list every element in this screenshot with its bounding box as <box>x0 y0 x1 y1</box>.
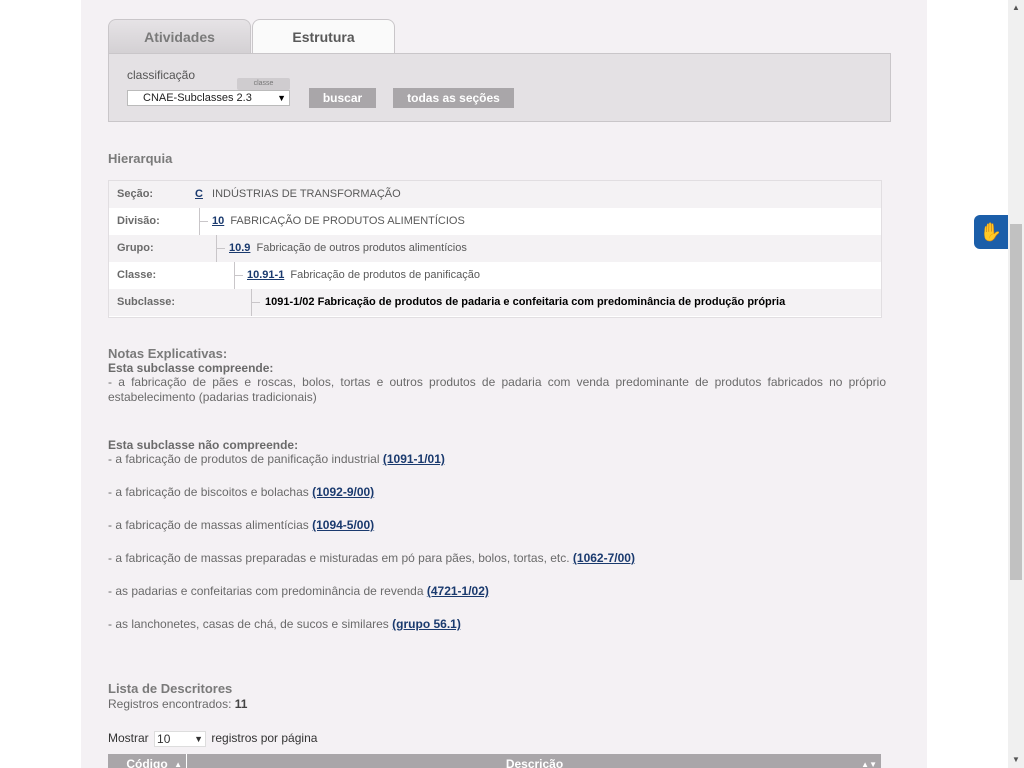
classification-select-value: CNAE-Subclasses 2.3 <box>143 92 252 104</box>
tree-connector <box>251 289 260 316</box>
includes-text: - a fabricação de pães e roscas, bolos, … <box>108 375 886 404</box>
page-length-control: Mostrar 10 ▼ registros por página <box>108 729 317 747</box>
exclude-link[interactable]: (1062-7/00) <box>573 551 635 565</box>
hierarchy-title: Hierarquia <box>108 151 173 166</box>
exclude-link[interactable]: (4721-1/02) <box>427 584 489 598</box>
explanatory-notes: Notas Explicativas: Esta subclasse compr… <box>108 346 886 632</box>
vertical-scrollbar[interactable]: ▲ ▼ <box>1008 0 1024 768</box>
sort-asc-icon: ▲ <box>174 760 182 768</box>
hierarchy-table: Seção: C INDÚSTRIAS DE TRANSFORMAÇÃO Div… <box>108 180 882 318</box>
hierarchy-text: FABRICAÇÃO DE PRODUTOS ALIMENTÍCIOS <box>230 215 465 227</box>
exclude-link[interactable]: (1092-9/00) <box>312 485 374 499</box>
tree-connector <box>199 208 208 235</box>
scroll-thumb[interactable] <box>1010 224 1022 580</box>
page-margin-right <box>927 0 1008 768</box>
excludes-title: Esta subclasse não compreende: <box>108 438 299 452</box>
exclude-item: - a fabricação de massas alimentícias (1… <box>108 518 375 532</box>
hierarchy-label: Classe: <box>117 269 157 281</box>
hierarchy-text: Fabricação de produtos de panificação <box>290 269 480 281</box>
page-length-value: 10 <box>157 731 171 746</box>
hierarchy-row-classe: Classe: 10.91-1 Fabricação de produtos d… <box>109 262 881 289</box>
search-panel: classificação classe CNAE-Subclasses 2.3… <box>108 53 891 122</box>
descriptors-table-header: Código ▲ Descrição ▲▼ <box>108 754 881 768</box>
column-header-codigo[interactable]: Código ▲ <box>108 754 187 768</box>
all-sections-button[interactable]: todas as seções <box>393 88 514 108</box>
records-per-page-label: registros por página <box>211 731 318 745</box>
hierarchy-label: Divisão: <box>117 215 160 227</box>
hierarchy-code-link[interactable]: 10 <box>212 215 224 227</box>
page-margin-left <box>0 0 81 768</box>
hands-sign-language-icon[interactable]: ✋ <box>974 215 1008 249</box>
chevron-down-icon: ▼ <box>194 733 204 744</box>
tab-estrutura[interactable]: Estrutura <box>252 19 395 55</box>
hierarchy-code-link[interactable]: C <box>195 188 203 200</box>
hierarchy-row-grupo: Grupo: 10.9 Fabricação de outros produto… <box>109 235 881 262</box>
sort-both-icon: ▲▼ <box>861 760 877 768</box>
scroll-down-icon[interactable]: ▼ <box>1008 752 1024 768</box>
exclude-item: - a fabricação de produtos de panificaçã… <box>108 452 445 466</box>
tab-atividades[interactable]: Atividades <box>108 19 251 54</box>
hierarchy-text: Fabricação de outros produtos alimentíci… <box>256 242 467 254</box>
search-button[interactable]: buscar <box>309 88 376 108</box>
hierarchy-text: 1091-1/02 Fabricação de produtos de pada… <box>265 296 786 308</box>
column-header-descricao[interactable]: Descrição ▲▼ <box>188 754 881 768</box>
exclude-link[interactable]: (1094-5/00) <box>312 518 374 532</box>
hierarchy-text: INDÚSTRIAS DE TRANSFORMAÇÃO <box>212 188 401 200</box>
classification-tag: classe <box>237 78 290 90</box>
hierarchy-row-divisao: Divisão: 10 FABRICAÇÃO DE PRODUTOS ALIME… <box>109 208 881 235</box>
exclude-link[interactable]: (1091-1/01) <box>383 452 445 466</box>
hierarchy-code-link[interactable]: 10.91-1 <box>247 269 284 281</box>
exclude-item: - as lanchonetes, casas de chá, de sucos… <box>108 617 461 631</box>
exclude-item: - a fabricação de massas preparadas e mi… <box>108 551 635 565</box>
classification-select[interactable]: CNAE-Subclasses 2.3 ▼ <box>127 90 290 106</box>
includes-title: Esta subclasse compreende: <box>108 361 274 375</box>
classification-label: classificação <box>127 68 196 82</box>
records-found: Registros encontrados: 11 <box>108 697 248 711</box>
scroll-up-icon[interactable]: ▲ <box>1008 0 1024 16</box>
descriptors-title: Lista de Descritores <box>108 681 233 696</box>
tree-connector <box>216 235 225 262</box>
page-length-select[interactable]: 10 ▼ <box>154 730 207 747</box>
exclude-item: - as padarias e confeitarias com predomi… <box>108 584 489 598</box>
chevron-down-icon: ▼ <box>277 93 286 103</box>
notes-title: Notas Explicativas: <box>108 346 228 361</box>
hierarchy-row-secao: Seção: C INDÚSTRIAS DE TRANSFORMAÇÃO <box>109 181 881 208</box>
hierarchy-row-subclasse: Subclasse: 1091-1/02 Fabricação de produ… <box>109 289 881 316</box>
hierarchy-label: Grupo: <box>117 242 154 254</box>
show-label: Mostrar <box>108 731 149 745</box>
tree-connector <box>234 262 243 289</box>
hierarchy-label: Seção: <box>117 188 154 200</box>
records-count: 11 <box>234 697 248 711</box>
hierarchy-label: Subclasse: <box>117 296 176 308</box>
exclude-item: - a fabricação de biscoitos e bolachas (… <box>108 485 375 499</box>
exclude-link[interactable]: (grupo 56.1) <box>392 617 461 631</box>
hierarchy-code-link[interactable]: 10.9 <box>229 242 250 254</box>
